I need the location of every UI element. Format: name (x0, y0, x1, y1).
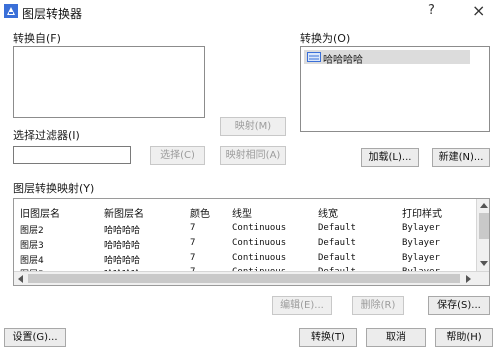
load-button[interactable]: 加载(L)... (361, 148, 419, 167)
table-cell: Bylayer (402, 238, 440, 248)
scroll-down-icon[interactable] (480, 261, 488, 267)
table-cell: Default (318, 223, 356, 233)
app-layer-icon (4, 4, 18, 18)
table-cell: 图层3 (20, 241, 44, 251)
save-button[interactable]: 保存(S)... (428, 296, 490, 315)
table-cell: 7 (190, 223, 196, 233)
select-button[interactable]: 选择(C) (150, 146, 205, 165)
mappings-table[interactable]: 旧图层名 新图层名 颜色 线型 线宽 打印样式 图层2 哈哈哈哈 7 Conti… (13, 198, 490, 286)
title-bar: 图层转换器 ? × (0, 0, 500, 24)
edit-button[interactable]: 编辑(E)... (272, 296, 332, 315)
convert-button[interactable]: 转换(T) (299, 328, 357, 347)
scroll-right-icon[interactable] (466, 275, 472, 283)
column-header[interactable]: 打印样式 (402, 205, 442, 220)
table-cell: Continuous (232, 223, 287, 233)
table-cell: Continuous (232, 253, 287, 263)
table-cell: 7 (190, 253, 196, 263)
vertical-scrollbar[interactable] (476, 199, 489, 271)
column-header[interactable]: 新图层名 (104, 205, 144, 220)
new-button[interactable]: 新建(N)... (432, 148, 490, 167)
map-same-button[interactable]: 映射相同(A) (220, 146, 286, 165)
title-close-button[interactable]: × (472, 1, 485, 20)
table-cell: 图层4 (20, 256, 44, 266)
table-cell: Default (318, 253, 356, 263)
convert-to-label: 转换为(O) (300, 32, 351, 45)
table-cell: Bylayer (402, 223, 440, 233)
column-header[interactable]: 线宽 (318, 205, 338, 220)
settings-button[interactable]: 设置(G)... (4, 328, 66, 347)
horizontal-scrollbar[interactable] (14, 271, 489, 285)
selection-filter-label: 选择过滤器(I) (13, 129, 80, 142)
table-cell: Default (318, 238, 356, 248)
horizontal-scroll-thumb[interactable] (28, 274, 460, 283)
table-cell: 哈哈哈哈 (104, 256, 141, 266)
column-header[interactable]: 旧图层名 (20, 205, 60, 220)
help-button[interactable]: 帮助(H) (435, 328, 493, 347)
table-cell: 图层2 (20, 226, 44, 236)
table-cell: Bylayer (402, 253, 440, 263)
table-cell: Continuous (232, 238, 287, 248)
convert-from-list[interactable] (13, 46, 205, 118)
mappings-label: 图层转换映射(Y) (13, 182, 95, 195)
table-cell: 哈哈哈哈 (104, 226, 141, 236)
cancel-button[interactable]: 取消 (366, 328, 426, 347)
table-cell: 哈哈哈哈 (104, 241, 141, 251)
scroll-up-icon[interactable] (480, 202, 488, 208)
table-cell: 7 (190, 238, 196, 248)
column-header[interactable]: 颜色 (190, 205, 210, 220)
selection-filter-input[interactable] (13, 146, 131, 164)
convert-from-label: 转换自(F) (13, 32, 61, 45)
column-header[interactable]: 线型 (232, 205, 252, 220)
scroll-left-icon[interactable] (17, 275, 23, 283)
map-button[interactable]: 映射(M) (220, 117, 286, 136)
title-help-button[interactable]: ? (428, 3, 435, 18)
convert-to-list[interactable]: 哈哈哈哈 (300, 46, 490, 132)
layer-icon (307, 52, 321, 62)
list-item-label: 哈哈哈哈 (323, 55, 363, 66)
window-title: 图层转换器 (22, 7, 83, 21)
delete-button[interactable]: 删除(R) (352, 296, 404, 315)
vertical-scroll-thumb[interactable] (479, 213, 489, 239)
